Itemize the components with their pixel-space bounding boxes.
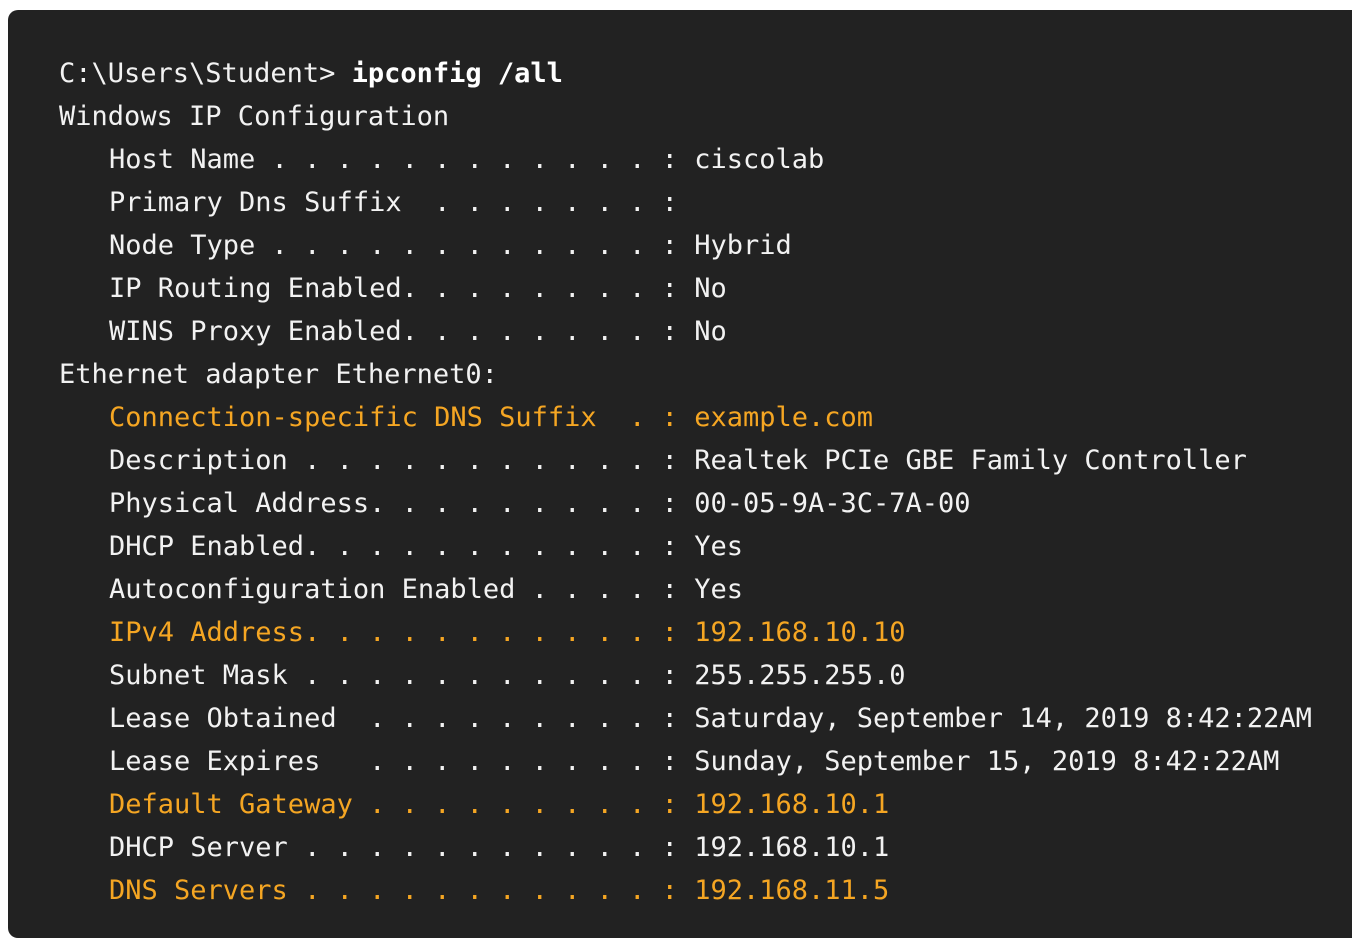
adapter-config-value: 192.168.11.5 bbox=[694, 875, 890, 906]
adapter-config-value: example.com bbox=[694, 402, 874, 433]
adapter-config-label: DHCP Server . . . . . . . . . . . : bbox=[109, 832, 695, 863]
adapter-config-value: 192.168.10.1 bbox=[694, 832, 890, 863]
global-config-value: ciscolab bbox=[694, 144, 825, 175]
global-config-row: IP Routing Enabled. . . . . . . . : No bbox=[109, 267, 1352, 310]
adapter-config-row: IPv4 Address. . . . . . . . . . . : 192.… bbox=[109, 611, 1352, 654]
config-header: Windows IP Configuration bbox=[59, 101, 450, 132]
adapter-config-row: DNS Servers . . . . . . . . . . . : 192.… bbox=[109, 869, 1352, 912]
adapter-config-row: DHCP Server . . . . . . . . . . . : 192.… bbox=[109, 826, 1352, 869]
adapter-config-value: Realtek PCIe GBE Family Controller bbox=[694, 445, 1247, 476]
adapter-config-label: Description . . . . . . . . . . . : bbox=[109, 445, 695, 476]
global-config-label: IP Routing Enabled. . . . . . . . : bbox=[109, 273, 695, 304]
adapter-config-label: IPv4 Address. . . . . . . . . . . : bbox=[109, 617, 695, 648]
adapter-config-label: Lease Expires . . . . . . . . . : bbox=[109, 746, 695, 777]
adapter-config-label: Connection-specific DNS Suffix . : bbox=[109, 402, 695, 433]
adapter-config-row: Description . . . . . . . . . . . : Real… bbox=[109, 439, 1352, 482]
adapter-config-label: Autoconfiguration Enabled . . . . : bbox=[109, 574, 695, 605]
adapter-config-value: 00-05-9A-3C-7A-00 bbox=[694, 488, 971, 519]
adapter-config-label: Default Gateway . . . . . . . . . : bbox=[109, 789, 695, 820]
adapter-config-value: Saturday, September 14, 2019 8:42:22AM bbox=[694, 703, 1312, 734]
adapter-config-value: 255.255.255.0 bbox=[694, 660, 906, 691]
global-config-label: Node Type . . . . . . . . . . . . : bbox=[109, 230, 695, 261]
adapter-config-label: Physical Address. . . . . . . . . : bbox=[109, 488, 695, 519]
adapter-config-row: Connection-specific DNS Suffix . : examp… bbox=[109, 396, 1352, 439]
adapter-header: Ethernet adapter Ethernet0: bbox=[59, 359, 498, 390]
global-config-label: Host Name . . . . . . . . . . . . : bbox=[109, 144, 695, 175]
adapter-config-value: 192.168.10.1 bbox=[694, 789, 890, 820]
adapter-config-row: Lease Obtained . . . . . . . . . : Satur… bbox=[109, 697, 1352, 740]
adapter-config-label: Subnet Mask . . . . . . . . . . . : bbox=[109, 660, 695, 691]
adapter-config-value: Sunday, September 15, 2019 8:42:22AM bbox=[694, 746, 1280, 777]
global-config-value: No bbox=[694, 316, 727, 347]
global-config-row: Host Name . . . . . . . . . . . . : cisc… bbox=[109, 138, 1352, 181]
adapter-config-list: Connection-specific DNS Suffix . : examp… bbox=[8, 396, 1352, 912]
adapter-config-row: Subnet Mask . . . . . . . . . . . : 255.… bbox=[109, 654, 1352, 697]
global-config-value: No bbox=[694, 273, 727, 304]
global-config-row: Primary Dns Suffix . . . . . . . : bbox=[109, 181, 1352, 224]
terminal-window: C:\Users\Student> ipconfig /all Windows … bbox=[8, 10, 1352, 938]
global-config-list: Host Name . . . . . . . . . . . . : cisc… bbox=[8, 138, 1352, 353]
adapter-config-label: DHCP Enabled. . . . . . . . . . . : bbox=[109, 531, 695, 562]
global-config-label: WINS Proxy Enabled. . . . . . . . : bbox=[109, 316, 695, 347]
global-config-label: Primary Dns Suffix . . . . . . . : bbox=[109, 187, 695, 218]
global-config-value: Hybrid bbox=[694, 230, 792, 261]
adapter-config-row: Default Gateway . . . . . . . . . : 192.… bbox=[109, 783, 1352, 826]
command: ipconfig /all bbox=[351, 58, 563, 89]
adapter-config-label: Lease Obtained . . . . . . . . . : bbox=[109, 703, 695, 734]
adapter-config-value: 192.168.10.10 bbox=[694, 617, 906, 648]
global-config-row: Node Type . . . . . . . . . . . . : Hybr… bbox=[109, 224, 1352, 267]
prompt: C:\Users\Student> bbox=[59, 58, 352, 89]
adapter-config-row: Lease Expires . . . . . . . . . : Sunday… bbox=[109, 740, 1352, 783]
adapter-config-row: Physical Address. . . . . . . . . : 00-0… bbox=[109, 482, 1352, 525]
prompt-line: C:\Users\Student> ipconfig /all bbox=[59, 52, 1352, 95]
adapter-config-label: DNS Servers . . . . . . . . . . . : bbox=[109, 875, 695, 906]
adapter-config-value: Yes bbox=[694, 531, 743, 562]
adapter-config-value: Yes bbox=[694, 574, 743, 605]
adapter-config-row: Autoconfiguration Enabled . . . . : Yes bbox=[109, 568, 1352, 611]
global-config-row: WINS Proxy Enabled. . . . . . . . : No bbox=[109, 310, 1352, 353]
adapter-config-row: DHCP Enabled. . . . . . . . . . . : Yes bbox=[109, 525, 1352, 568]
